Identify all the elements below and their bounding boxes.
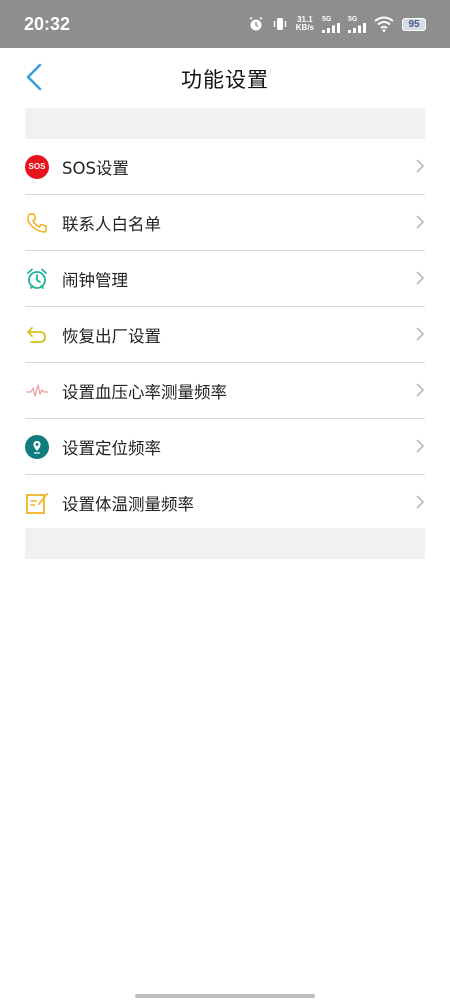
menu-item-label: SOS设置 (62, 158, 129, 178)
chevron-right-icon (416, 439, 425, 453)
chevron-right-icon (416, 383, 425, 397)
wifi-icon (374, 16, 394, 32)
undo-icon (25, 323, 49, 347)
status-time: 20:32 (24, 13, 71, 34)
signal-icon (348, 22, 366, 33)
signal-icon (322, 22, 340, 33)
chevron-right-icon (416, 495, 425, 509)
menu-item-temperature-frequency[interactable]: 设置体温测量频率 (25, 475, 425, 531)
chevron-right-icon (416, 327, 425, 341)
menu-item-blood-pressure-frequency[interactable]: 设置血压心率测量频率 (25, 363, 425, 419)
phone-icon (25, 211, 49, 235)
chevron-right-icon (416, 215, 425, 229)
menu-item-factory-reset[interactable]: 恢复出厂设置 (25, 307, 425, 363)
sim2-label: 5G (348, 15, 358, 23)
sim2-signal: 5G (348, 16, 366, 33)
menu-item-label: 联系人白名单 (62, 214, 161, 234)
menu-item-label: 恢复出厂设置 (62, 326, 161, 346)
alarm-icon (248, 16, 264, 32)
sos-badge-text: SOS (25, 154, 49, 179)
app-header: 功能设置 (0, 48, 450, 108)
sim1-label: 5G (322, 15, 332, 23)
vibrate-icon (272, 16, 288, 32)
home-indicator[interactable] (135, 994, 315, 998)
menu-item-contact-whitelist[interactable]: 联系人白名单 (25, 195, 425, 251)
page-title: 功能设置 (181, 68, 269, 92)
heartbeat-icon (25, 379, 49, 403)
note-edit-icon (25, 491, 49, 515)
menu-item-label: 设置定位频率 (62, 438, 161, 458)
menu-item-location-frequency[interactable]: 设置定位频率 (25, 419, 425, 475)
menu-item-label: 设置体温测量频率 (62, 495, 194, 514)
network-speed: 31.1 KB/s (296, 16, 314, 32)
alarm-clock-icon (25, 267, 49, 291)
menu-item-label: 设置血压心率测量频率 (62, 382, 227, 402)
chevron-right-icon (416, 159, 425, 173)
sim1-signal: 5G (322, 16, 340, 33)
settings-menu-list: SOS SOS设置 联系人白名单 闹钟管理 恢复出厂设置 设置血压心率测量频率 … (25, 139, 425, 531)
section-spacer-bottom (25, 528, 425, 559)
status-bar: 20:32 31.1 KB/s 5G 5G 95 (0, 0, 450, 48)
menu-item-sos[interactable]: SOS SOS设置 (25, 139, 425, 195)
chevron-right-icon (416, 271, 425, 285)
sos-icon: SOS (25, 154, 49, 179)
status-icons: 31.1 KB/s 5G 5G 95 (248, 16, 426, 33)
location-icon (25, 434, 49, 459)
net-speed-unit: KB/s (295, 23, 314, 32)
menu-item-alarm-management[interactable]: 闹钟管理 (25, 251, 425, 307)
battery-icon: 95 (402, 17, 426, 31)
menu-item-label: 闹钟管理 (62, 270, 128, 290)
section-spacer-top (25, 108, 425, 139)
